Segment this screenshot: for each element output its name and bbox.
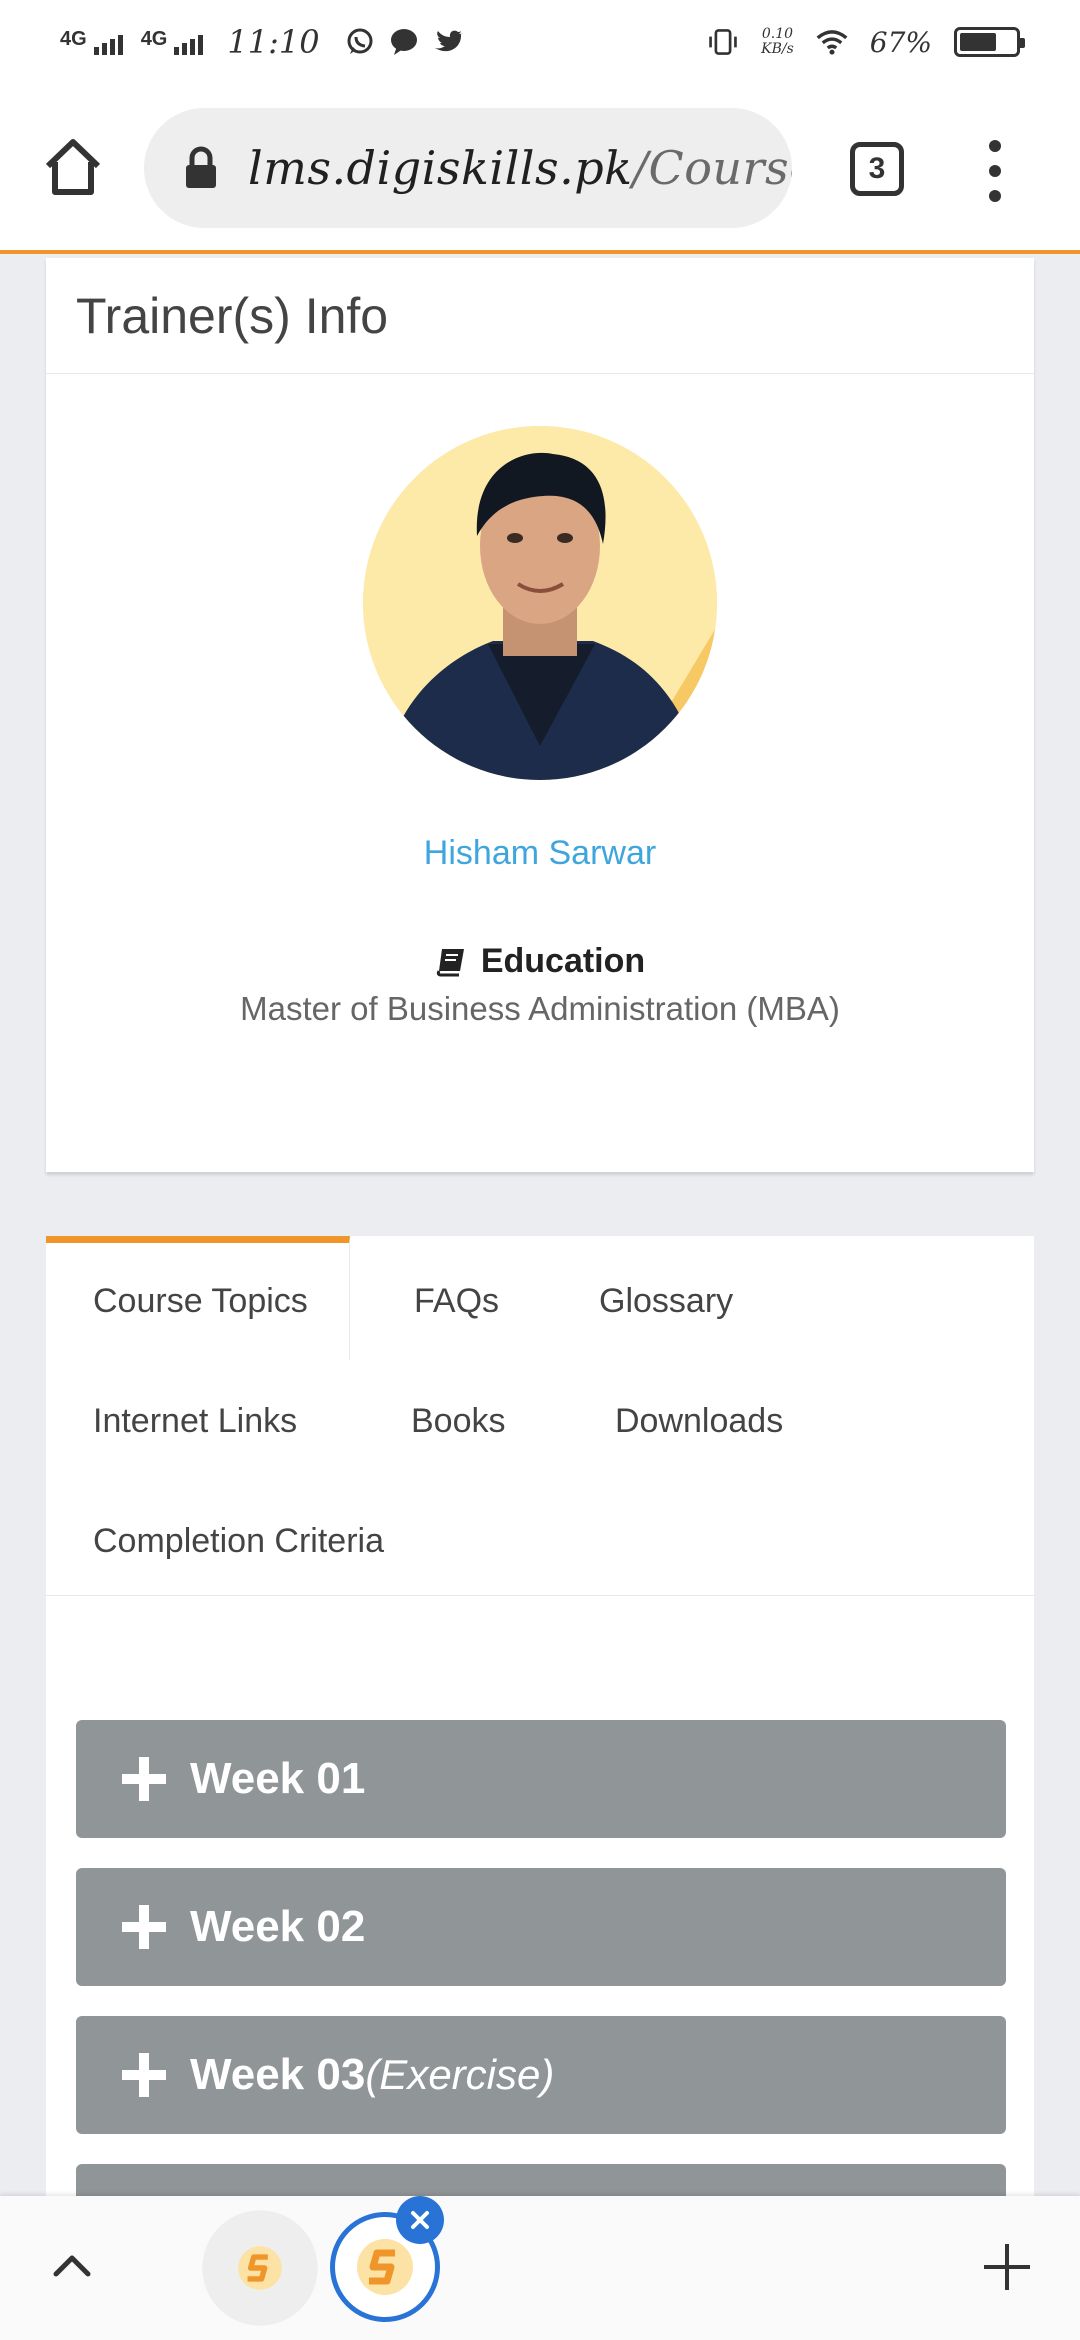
url-host: lms.digiskills.pk — [248, 141, 633, 195]
wifi-icon — [816, 26, 848, 58]
tab-downloads[interactable]: Downloads — [615, 1402, 783, 1441]
week-label: Week 03 — [190, 2050, 366, 2099]
tab-course-topics[interactable]: Course Topics — [93, 1282, 308, 1321]
battery-icon — [954, 27, 1025, 57]
education-label: Education — [480, 942, 646, 980]
tab-glossary[interactable]: Glossary — [599, 1282, 733, 1321]
status-right: 0.10 KB/s 67% — [707, 25, 1025, 59]
tab-internet-links[interactable]: Internet Links — [93, 1402, 297, 1441]
trainer-name-link[interactable]: Hisham Sarwar — [46, 834, 1034, 873]
whatsapp-icon — [344, 26, 376, 58]
address-bar[interactable]: lms.digiskills.pk/Course — [144, 108, 792, 228]
status-left: 4G 4G 11:10 — [60, 23, 464, 61]
education-heading: Education — [46, 942, 1034, 981]
lock-icon[interactable] — [184, 146, 218, 190]
network-type: 4G — [60, 28, 87, 50]
tab-completion-criteria[interactable]: Completion Criteria — [93, 1522, 384, 1561]
tab-faqs[interactable]: FAQs — [414, 1282, 499, 1321]
expand-plus-icon — [122, 1905, 166, 1949]
vibrate-icon — [707, 26, 739, 58]
close-tab-icon[interactable] — [396, 2196, 444, 2244]
chevron-up-icon[interactable] — [50, 2250, 94, 2280]
trainer-section-title: Trainer(s) Info — [76, 287, 389, 344]
tab-thumbnail[interactable] — [202, 2210, 318, 2326]
week-label: Week 01 — [190, 1754, 366, 1803]
expand-plus-icon — [122, 2053, 166, 2097]
week-label: Week 02 — [190, 1902, 366, 1951]
speed-unit: KB/s — [761, 41, 794, 57]
network-speed: 0.10 KB/s — [761, 27, 794, 57]
course-content-card: Course Topics FAQs Glossary Internet Lin… — [46, 1236, 1034, 2340]
education-value: Master of Business Administration (MBA) — [240, 990, 840, 1027]
tab-switcher-bar — [0, 2196, 1080, 2340]
url-text[interactable]: lms.digiskills.pk/Course — [248, 141, 792, 195]
clock: 11:10 — [227, 23, 320, 61]
battery-fill — [960, 33, 997, 51]
url-path: /Course — [632, 141, 792, 195]
speed-value: 0.10 — [761, 26, 794, 42]
signal-icon: 4G — [141, 29, 204, 55]
week-note: (Exercise) — [365, 2051, 555, 2098]
more-menu-icon[interactable] — [980, 140, 1010, 202]
new-tab-plus-icon[interactable] — [982, 2242, 1032, 2292]
trainer-avatar — [363, 426, 717, 780]
expand-plus-icon — [122, 1757, 166, 1801]
status-bar: 4G 4G 11:10 0.10 KB/s 67% — [0, 0, 1080, 84]
trainer-info-card: Trainer(s) Info Hisham Sarwar Education … — [46, 258, 1034, 1172]
week-accordion-01[interactable]: Week 01 — [76, 1720, 1006, 1838]
week-accordion-02[interactable]: Week 02 — [76, 1868, 1006, 1986]
network-type: 4G — [140, 28, 168, 50]
browser-toolbar: lms.digiskills.pk/Course 3 — [0, 84, 1080, 254]
tab-books[interactable]: Books — [411, 1402, 506, 1441]
course-tab-strip: Course Topics FAQs Glossary Internet Lin… — [46, 1236, 1034, 1596]
trainer-card-header: Trainer(s) Info — [46, 258, 1034, 374]
week-accordion-03[interactable]: Week 03 (Exercise) — [76, 2016, 1006, 2134]
book-icon — [435, 946, 467, 978]
signal-icon: 4G — [60, 29, 123, 55]
home-icon[interactable] — [40, 134, 106, 200]
battery-percent: 67% — [869, 25, 932, 59]
tab-count-button[interactable]: 3 — [850, 142, 904, 196]
twitter-icon — [432, 26, 464, 58]
chat-bubble-icon — [388, 26, 420, 58]
